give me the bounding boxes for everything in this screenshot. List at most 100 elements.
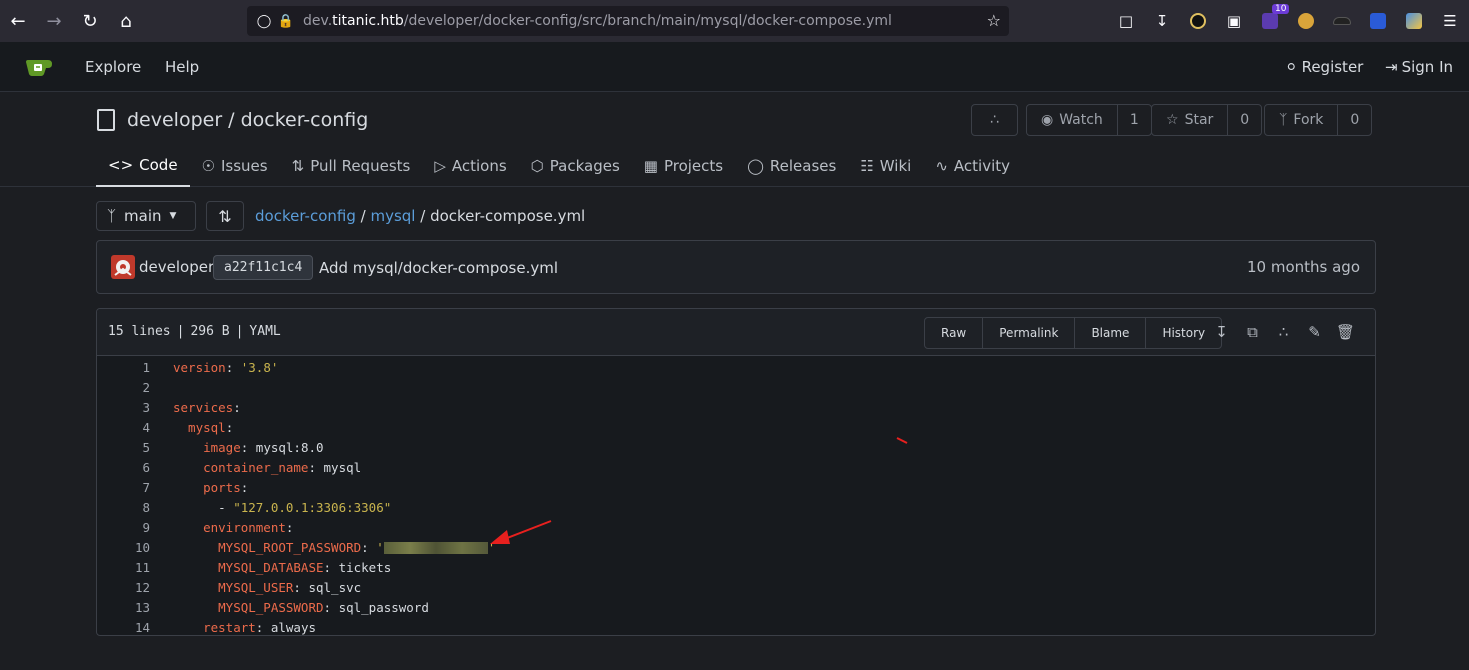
trash-icon[interactable]: 🗑 bbox=[1336, 323, 1355, 341]
tab-pull-requests[interactable]: ⇅ Pull Requests bbox=[280, 145, 423, 187]
watch-count[interactable]: 1 bbox=[1116, 105, 1151, 135]
extension-hat-icon[interactable] bbox=[1324, 0, 1360, 42]
code-line: 10 MYSQL_ROOT_PASSWORD: ' ' bbox=[97, 537, 1375, 557]
compare-button[interactable]: ⇅ bbox=[206, 201, 244, 231]
line-number[interactable]: 6 bbox=[97, 460, 150, 475]
eye-icon: ◉ bbox=[1041, 112, 1054, 128]
tab-projects-label: Projects bbox=[663, 157, 724, 175]
pocket-icon[interactable]: □ bbox=[1108, 0, 1144, 42]
watch-button[interactable]: ◉ Watch 1 bbox=[1026, 104, 1152, 136]
branch-selector[interactable]: ᛉ main ▼ bbox=[96, 201, 196, 231]
download-icon[interactable]: ↧ bbox=[1213, 323, 1230, 341]
tab-wiki[interactable]: ☷ Wiki bbox=[848, 145, 923, 187]
line-number[interactable]: 3 bbox=[97, 400, 150, 415]
tab-code[interactable]: <> Code bbox=[96, 145, 190, 187]
annotation-mark-icon bbox=[896, 437, 908, 444]
yaml-separator: : bbox=[285, 519, 294, 535]
tab-activity[interactable]: ∿ Activity bbox=[923, 145, 1022, 187]
copy-icon[interactable]: ⧉ bbox=[1244, 323, 1261, 341]
permalink-button[interactable]: Permalink bbox=[983, 318, 1076, 348]
star-count[interactable]: 0 bbox=[1227, 105, 1261, 135]
line-number[interactable]: 13 bbox=[97, 600, 150, 615]
puzzle-icon[interactable]: ▣ bbox=[1216, 0, 1252, 42]
file-language: YAML bbox=[249, 324, 281, 339]
gitea-logo-icon[interactable] bbox=[24, 56, 54, 78]
shield-icon[interactable]: ◯ bbox=[253, 6, 275, 36]
blame-button[interactable]: Blame bbox=[1075, 318, 1147, 348]
line-number[interactable]: 9 bbox=[97, 520, 150, 535]
repo-name-link[interactable]: docker-config bbox=[241, 109, 369, 131]
code-text: MYSQL_DATABASE: tickets bbox=[173, 560, 391, 575]
code-line: 1 version: '3.8' bbox=[97, 357, 1375, 377]
code-text: environment: bbox=[173, 520, 293, 535]
code-line: 5 image: mysql:8.0 bbox=[97, 437, 1375, 457]
line-number[interactable]: 14 bbox=[97, 620, 150, 635]
yaml-value: sql_password bbox=[338, 599, 429, 615]
extension-cookie-icon[interactable] bbox=[1288, 0, 1324, 42]
line-number[interactable]: 4 bbox=[97, 420, 150, 435]
code-line: 7 ports: bbox=[97, 477, 1375, 497]
yaml-key: services bbox=[173, 399, 234, 415]
download-icon[interactable]: ↧ bbox=[1144, 0, 1180, 42]
rss-button[interactable]: ∴ bbox=[971, 104, 1018, 136]
yaml-separator: : bbox=[255, 619, 271, 635]
yaml-value: "127.0.0.1:3306:3306" bbox=[233, 499, 392, 515]
breadcrumb-repo-link[interactable]: docker-config bbox=[255, 207, 356, 225]
register-link[interactable]: ⚪ Register bbox=[1285, 58, 1363, 76]
repo-icon bbox=[97, 109, 115, 131]
breadcrumb-folder-link[interactable]: mysql bbox=[370, 207, 415, 225]
url-bar[interactable]: ◯ 🔒 dev.titanic.htb/developer/docker-con… bbox=[247, 6, 1009, 36]
nav-help[interactable]: Help bbox=[165, 58, 199, 76]
fork-button[interactable]: ᛉ Fork 0 bbox=[1264, 104, 1373, 136]
reload-icon[interactable]: ↻ bbox=[72, 0, 108, 42]
home-icon[interactable]: ⌂ bbox=[108, 0, 144, 42]
rss-icon[interactable]: ∴ bbox=[1275, 323, 1292, 341]
line-number[interactable]: 8 bbox=[97, 500, 150, 515]
extension-multi-icon[interactable] bbox=[1396, 0, 1432, 42]
file-viewer: 15 lines | 296 B | YAML Raw Permalink Blame … bbox=[96, 308, 1376, 636]
line-number[interactable]: 7 bbox=[97, 480, 150, 495]
extension-shield-icon[interactable] bbox=[1360, 0, 1396, 42]
extension-dark-icon[interactable] bbox=[1180, 0, 1216, 42]
fork-count[interactable]: 0 bbox=[1337, 105, 1371, 135]
tab-releases[interactable]: ◯ Releases bbox=[735, 145, 848, 187]
repo-owner-link[interactable]: developer bbox=[127, 109, 222, 131]
tab-projects[interactable]: ▦ Projects bbox=[632, 145, 735, 187]
code-text: ports: bbox=[173, 480, 248, 495]
line-number[interactable]: 1 bbox=[97, 360, 150, 375]
url-text[interactable]: dev.titanic.htb/developer/docker-config/… bbox=[303, 13, 892, 29]
line-number[interactable]: 12 bbox=[97, 580, 150, 595]
history-button[interactable]: History bbox=[1146, 318, 1221, 348]
star-icon: ☆ bbox=[1166, 112, 1179, 128]
commit-sha[interactable]: a22f11c1c4 bbox=[213, 255, 314, 280]
commit-author[interactable]: developer bbox=[139, 258, 214, 276]
register-label: Register bbox=[1301, 58, 1364, 76]
tab-releases-label: Releases bbox=[769, 157, 837, 175]
nav-explore[interactable]: Explore bbox=[85, 58, 141, 76]
line-number[interactable]: 10 bbox=[97, 540, 150, 555]
tab-packages[interactable]: ⬡ Packages bbox=[519, 145, 632, 187]
lock-icon[interactable]: 🔒 bbox=[275, 6, 297, 36]
line-number[interactable]: 5 bbox=[97, 440, 150, 455]
extension-purple-icon[interactable]: 10 bbox=[1252, 0, 1290, 42]
code-line: 11 MYSQL_DATABASE: tickets bbox=[97, 557, 1375, 577]
avatar[interactable] bbox=[111, 255, 135, 279]
tab-wiki-label: Wiki bbox=[879, 157, 912, 175]
star-button[interactable]: ☆ Star 0 bbox=[1151, 104, 1263, 136]
pull-request-icon: ⇅ bbox=[291, 157, 305, 175]
back-icon[interactable]: ← bbox=[0, 0, 36, 42]
tab-actions[interactable]: ▷ Actions bbox=[422, 145, 518, 187]
line-number[interactable]: 11 bbox=[97, 560, 150, 575]
commit-message[interactable]: Add mysql/docker-compose.yml bbox=[319, 259, 558, 277]
menu-icon[interactable]: ☰ bbox=[1432, 0, 1468, 42]
raw-button[interactable]: Raw bbox=[925, 318, 984, 348]
bookmark-star-icon[interactable]: ☆ bbox=[987, 11, 1001, 30]
code-text: MYSQL_USER: sql_svc bbox=[173, 580, 361, 595]
tab-issues[interactable]: ☉ Issues bbox=[190, 145, 280, 187]
forward-icon[interactable]: → bbox=[36, 0, 72, 42]
sign-in-link[interactable]: ⇥ Sign In bbox=[1385, 58, 1453, 76]
line-number[interactable]: 2 bbox=[97, 380, 150, 395]
yaml-separator: : bbox=[323, 559, 339, 575]
repo-header: developer / docker-config ∴ ◉ Watch 1 ☆ St… bbox=[0, 92, 1469, 187]
edit-pencil-icon[interactable]: ✎ bbox=[1306, 323, 1323, 341]
